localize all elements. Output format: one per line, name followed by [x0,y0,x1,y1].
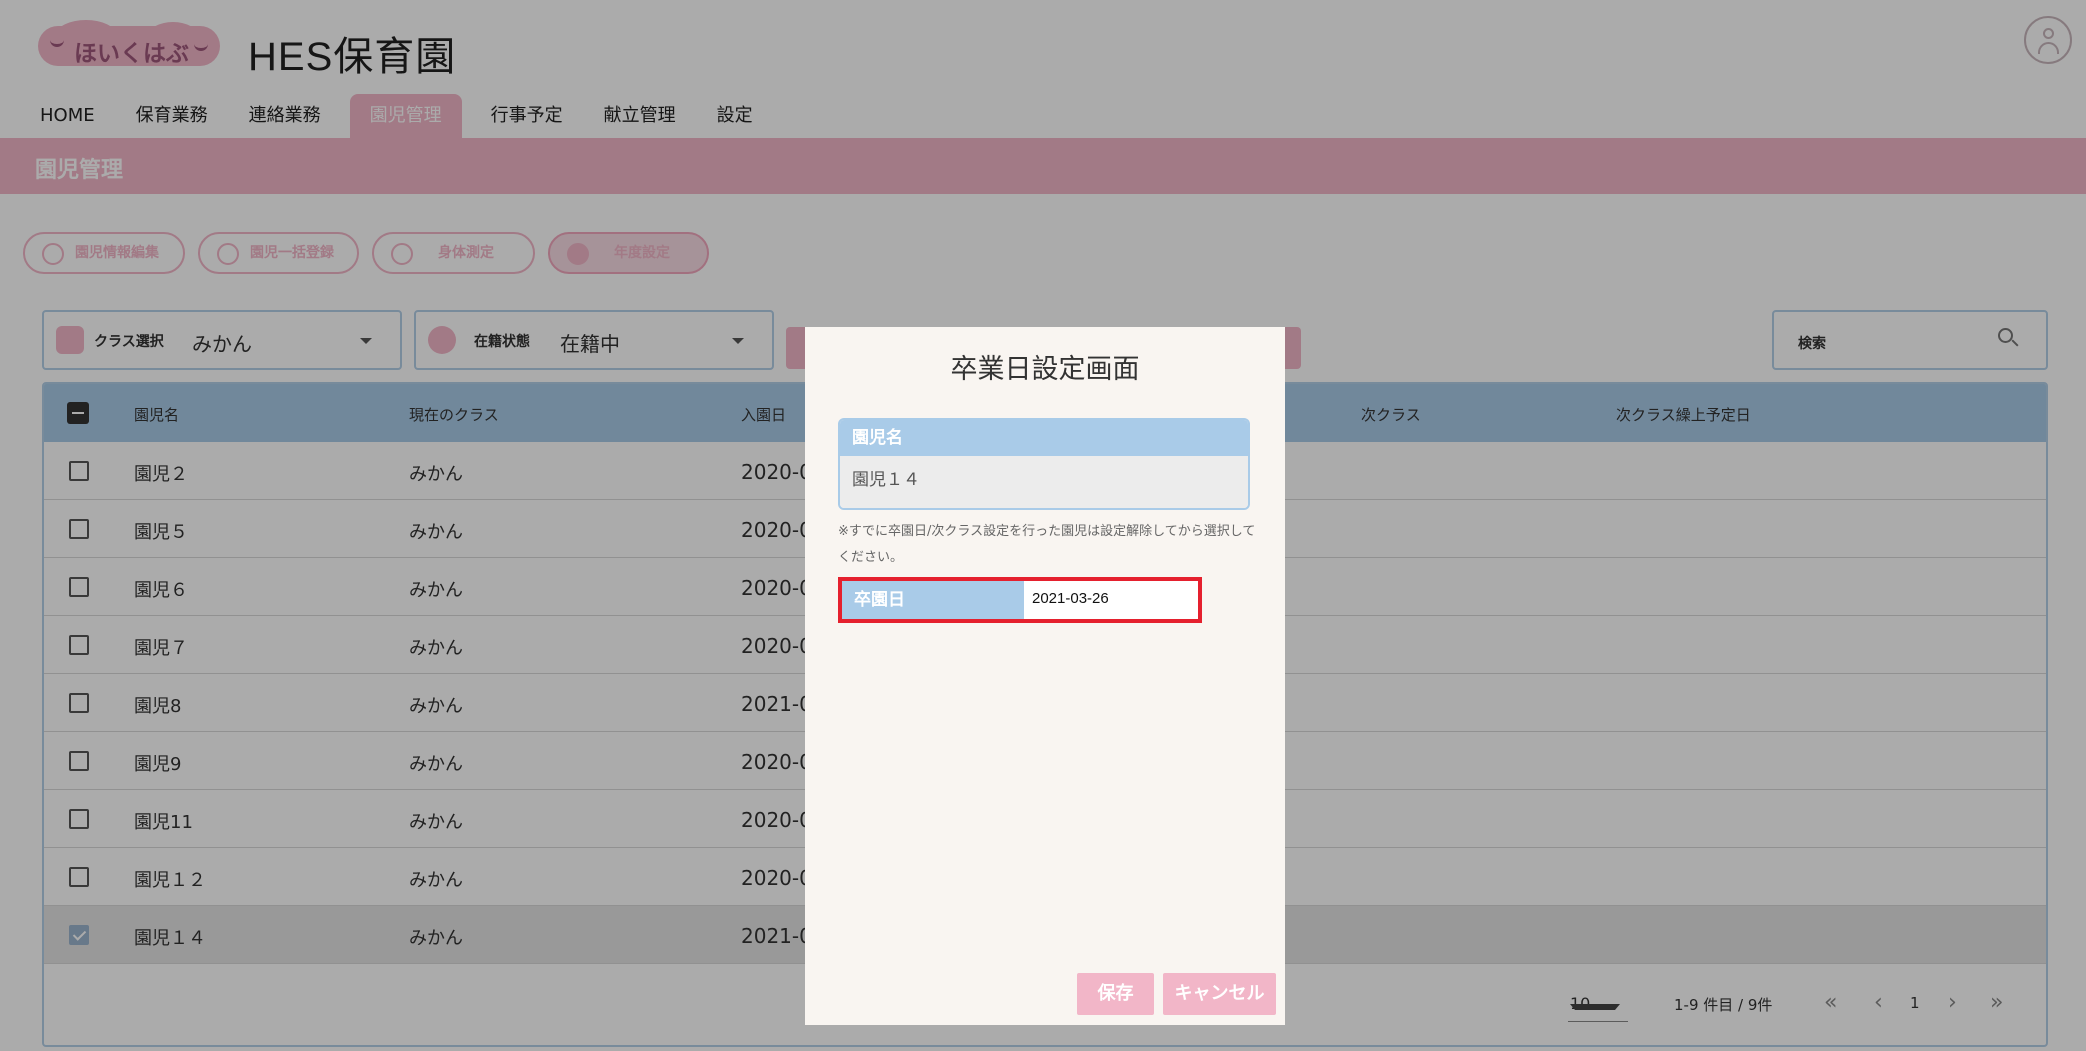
logo-text: ほいくはぶ [74,41,189,67]
graduation-date-input[interactable] [1032,590,1231,607]
dialog-note: ※すでに卒園日/次クラス設定を行った園児は設定解除してから選択してください。 [838,524,1256,565]
cancel-button[interactable]: キャンセル [1163,973,1276,1015]
dialog-title: 卒業日設定画面 [950,354,1140,385]
graduation-date-field: 卒園日 [838,577,1231,623]
child-name-header: 園児名 [840,420,1248,456]
child-name-value: 園児１４ [840,456,1248,508]
graduation-date-label: 卒園日 [842,581,1024,619]
graduation-date-dialog: 卒業日設定画面 園児名 園児１４ ※すでに卒園日/次クラス設定を行った園児は設定… [805,327,1285,1025]
save-button[interactable]: 保存 [1077,973,1154,1015]
child-name-box: 園児名 園児１４ [838,418,1250,510]
